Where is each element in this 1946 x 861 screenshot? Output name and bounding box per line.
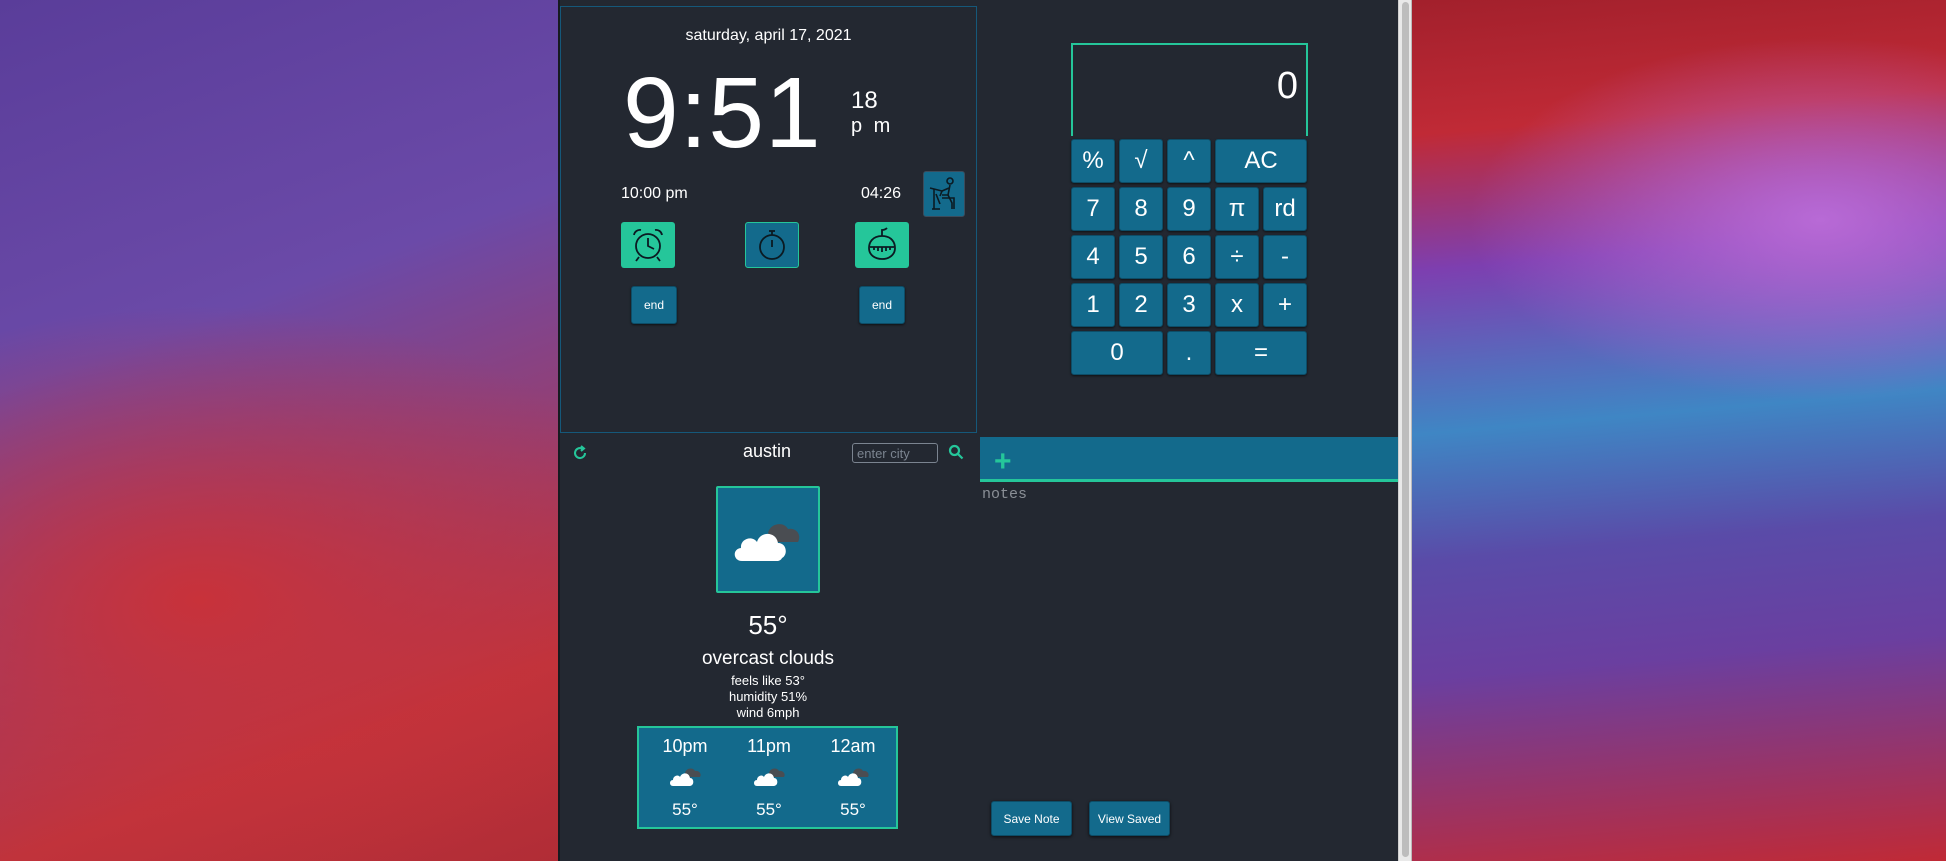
weather-icon-box [716,486,820,593]
timer-time: 04:26 [861,185,902,202]
view-saved-button[interactable]: View Saved [1089,801,1170,836]
time-display: 9:51 [623,57,822,169]
calc-key-power[interactable]: ^ [1167,139,1211,183]
calc-key-decimal[interactable]: . [1167,331,1211,375]
ampm-display: p m [851,115,894,137]
calc-key-9[interactable]: 9 [1167,187,1211,231]
calc-key-0[interactable]: 0 [1071,331,1163,375]
forecast-time: 12am [830,736,876,756]
calc-key-plus[interactable]: + [1263,283,1307,327]
pomodoro-timer-icon [868,227,896,260]
forecast-temp: 55° [672,800,698,819]
forecast-temp: 55° [756,800,782,819]
calc-key-5[interactable]: 5 [1119,235,1163,279]
seconds-display: 18 [851,87,878,114]
calc-key-random[interactable]: rd [1263,187,1307,231]
alarm-clock-icon [633,229,663,262]
calc-key-3[interactable]: 3 [1167,283,1211,327]
calc-key-minus[interactable]: - [1263,235,1307,279]
calc-key-4[interactable]: 4 [1071,235,1115,279]
forecast-item: 11pm 55° [729,728,809,820]
feels-like: feels like 53° [731,673,805,688]
temperature: 55° [748,610,788,640]
overcast-clouds-icon [838,768,869,786]
calc-key-7[interactable]: 7 [1071,187,1115,231]
stopwatch-icon [759,230,785,260]
desktop-wallpaper-right [1400,0,1946,861]
notes-textarea[interactable] [980,484,1398,784]
calc-key-2[interactable]: 2 [1119,283,1163,327]
overcast-clouds-icon [734,523,800,561]
alarm-time: 10:00 pm [621,185,688,202]
calc-key-sqrt[interactable]: √ [1119,139,1163,183]
forecast-temp: 55° [840,800,866,819]
overcast-clouds-icon [670,768,701,786]
save-note-button[interactable]: Save Note [991,801,1072,836]
stopwatch-button[interactable] [745,222,799,268]
humidity: humidity 51% [728,689,808,704]
calc-key-percent[interactable]: % [1071,139,1115,183]
search-icon[interactable] [948,444,964,460]
date-display: saturday, april 17, 2021 [685,27,852,44]
wind: wind 6mph [736,705,800,720]
forecast-time: 11pm [747,736,791,756]
refresh-icon[interactable] [572,445,588,461]
add-note-button[interactable]: + [994,447,1012,477]
alarm-button[interactable] [621,222,675,268]
standing-desk-button[interactable] [923,171,965,217]
alarm-end-button[interactable]: end [631,286,677,324]
notes-toolbar: + [980,437,1398,482]
forecast-item: 10pm 55° [645,728,725,820]
calc-key-clear[interactable]: AC [1215,139,1307,183]
calc-key-multiply[interactable]: x [1215,283,1259,327]
calc-key-divide[interactable]: ÷ [1215,235,1259,279]
pomodoro-button[interactable] [855,222,909,268]
timer-end-button[interactable]: end [859,286,905,324]
desk-worker-icon [929,177,955,210]
forecast-item: 12am 55° [813,728,893,820]
city-name: austin [742,441,792,461]
calc-key-6[interactable]: 6 [1167,235,1211,279]
calc-key-pi[interactable]: π [1215,187,1259,231]
overcast-clouds-icon [754,768,785,786]
weather-description: overcast clouds [701,648,834,669]
calc-key-equals[interactable]: = [1215,331,1307,375]
clock-panel: saturday, april 17, 2021 9:51 18 p m 10:… [560,6,977,433]
forecast-time: 10pm [662,736,708,756]
city-input[interactable] [852,443,938,463]
scrollbar[interactable] [1398,0,1412,861]
scrollbar-thumb[interactable] [1402,2,1409,857]
calc-key-8[interactable]: 8 [1119,187,1163,231]
calculator-display: 0 [1071,43,1308,136]
hourly-forecast: 10pm 55° 11pm 55° 12am 55° [637,726,898,829]
calc-key-1[interactable]: 1 [1071,283,1115,327]
